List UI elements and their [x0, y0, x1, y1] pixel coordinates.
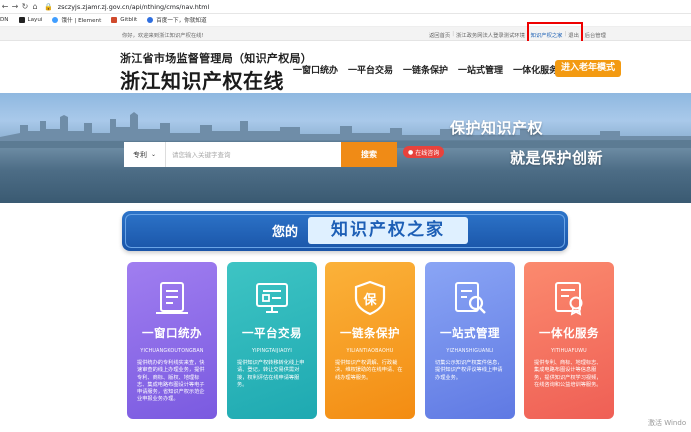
lock-icon[interactable]: 🔒: [44, 3, 53, 11]
nav-item-window[interactable]: 一窗口统办: [293, 63, 338, 76]
nav-item-manage[interactable]: 一站式管理: [458, 63, 503, 76]
service-card-trade[interactable]: 一平台交易 YIPINGTAIJIAOYI 提供知识产权转移转化线上申请、登记，…: [227, 262, 317, 419]
monitor-chart-icon: [256, 283, 288, 313]
card-pinyin: YIZHANSHIGUANLI: [446, 349, 494, 354]
shield-icon: 保: [354, 280, 386, 316]
search-type-select[interactable]: 专利 ⌄: [124, 142, 166, 167]
card-pinyin: YILIANTIAOBAOHU: [346, 349, 394, 354]
document-form-icon: [156, 282, 188, 314]
elder-mode-button[interactable]: 进入老年模式: [555, 60, 621, 77]
browser-address-bar: ← → ↻ ⌂ 🔒 zsczyjs.zjamr.zj.gov.cn/api/nt…: [0, 0, 691, 14]
card-description: 提供专利、商标、地理标志、集成电路布图设计等信息服务，提供知识产权学习视频，在线…: [534, 360, 602, 388]
title-main: 知识产权之家: [308, 217, 468, 244]
nav-item-trade[interactable]: 一平台交易: [348, 63, 393, 76]
location-pin-icon: ●: [408, 148, 414, 156]
link-admin[interactable]: 后台管理: [585, 31, 606, 39]
bookmark-element[interactable]: 饿什 | Element: [52, 16, 101, 24]
url-text[interactable]: zsczyjs.zjamr.zj.gov.cn/api/nthing/cms/n…: [58, 3, 210, 11]
card-description: 提供知识产权调解、行政裁决、维权援助的在线申请、在线办理等服务。: [335, 360, 403, 381]
card-title: 一平台交易: [242, 326, 302, 340]
home-icon[interactable]: ⌂: [30, 2, 40, 11]
certificate-icon: [555, 282, 583, 316]
card-title: 一站式管理: [440, 326, 500, 340]
card-title: 一体化服务: [539, 326, 599, 340]
service-card-protect[interactable]: 保 一链条保护 YILIANTIAOBAOHU 提供知识产权调解、行政裁决、维权…: [325, 262, 415, 419]
chevron-down-icon: ⌄: [150, 151, 157, 158]
layui-icon: [18, 17, 25, 23]
card-description: 提供知识产权转移转化线上申请、登记，转让交易供需对接，权利评估在线申请等服务。: [237, 360, 305, 388]
search-document-icon: [455, 282, 486, 314]
welcome-text: 你好，欢迎来到浙江知识产权在线!: [122, 33, 204, 39]
card-description: 切集公示知识产权案件信息，提供知识产权评议等线上申请办理业务。: [435, 360, 503, 381]
element-icon: [52, 17, 59, 23]
title-prefix: 您的: [272, 225, 299, 240]
gitblit-icon: [111, 17, 118, 23]
online-consult-button[interactable]: ● 在线咨询: [403, 146, 445, 158]
service-card-service[interactable]: 一体化服务 YITIHUAFUWU 提供专利、商标、地理标志、集成电路布图设计等…: [524, 262, 614, 419]
main-nav: 一窗口统办 一平台交易 一链条保护 一站式管理 一体化服务: [293, 63, 568, 76]
search-bar: 专利 ⌄ 搜索: [124, 142, 399, 167]
nav-item-service[interactable]: 一体化服务: [513, 63, 558, 76]
card-description: 提供统办的专利线实来查，快速审查的线上办理业务，提供专利、商标、版权、地理标志、…: [137, 360, 205, 403]
bookmark-baidu[interactable]: 百度一下，你就知道: [147, 16, 207, 24]
banner-slogan-1: 保护知识产权: [450, 119, 544, 137]
link-gov-login[interactable]: 浙江政务网法人登录测试环境: [456, 31, 525, 39]
org-name: 浙江省市场监督管理局（知识产权局）: [120, 52, 313, 65]
service-card-window[interactable]: 一窗口统办 YICHUANGKOUTONGBAN 提供统办的专利线实来查，快速审…: [127, 262, 217, 419]
link-home[interactable]: 返回首页: [429, 31, 450, 39]
card-pinyin: YITIHUAFUWU: [551, 349, 587, 354]
card-title: 一链条保护: [340, 326, 400, 340]
link-separator: |: [452, 31, 454, 37]
site-header: 浙江省市场监督管理局（知识产权局） 浙江知识产权在线 一窗口统办 一平台交易 一…: [0, 41, 691, 93]
online-consult-label: 在线咨询: [415, 149, 440, 157]
top-info-bar: 你好，欢迎来到浙江知识产权在线! 返回首页 | 浙江政务网法人登录测试环境 | …: [0, 27, 691, 41]
site-title[interactable]: 浙江知识产权在线: [120, 65, 284, 94]
search-input[interactable]: [166, 142, 341, 167]
baidu-icon: [147, 17, 154, 23]
nav-item-protect[interactable]: 一链条保护: [403, 63, 448, 76]
bookmark-dn[interactable]: DN: [0, 17, 9, 23]
service-card-manage[interactable]: 一站式管理 YIZHANSHIGUANLI 切集公示知识产权案件信息，提供知识产…: [425, 262, 515, 419]
reload-icon[interactable]: ↻: [20, 2, 30, 11]
bookmarks-bar: DN Layui 饿什 | Element Gitblit 百度一下，你就知道: [0, 14, 691, 27]
banner-slogan-2: 就是保护创新: [510, 149, 604, 167]
bookmark-layui[interactable]: Layui: [18, 17, 42, 23]
search-button[interactable]: 搜索: [341, 142, 397, 167]
windows-activation-watermark: 激活 Windo: [648, 419, 687, 427]
bookmark-gitblit[interactable]: Gitblit: [111, 17, 137, 23]
card-pinyin: YICHUANGKOUTONGBAN: [140, 349, 204, 354]
ip-home-title-banner: 您的 知识产权之家: [122, 211, 568, 251]
forward-icon[interactable]: →: [10, 2, 20, 11]
svg-text:保: 保: [362, 292, 377, 308]
card-title: 一窗口统办: [142, 326, 202, 340]
search-type-label: 专利: [132, 150, 147, 159]
card-pinyin: YIPINGTAIJIAOYI: [252, 349, 292, 354]
back-icon[interactable]: ←: [0, 2, 10, 11]
